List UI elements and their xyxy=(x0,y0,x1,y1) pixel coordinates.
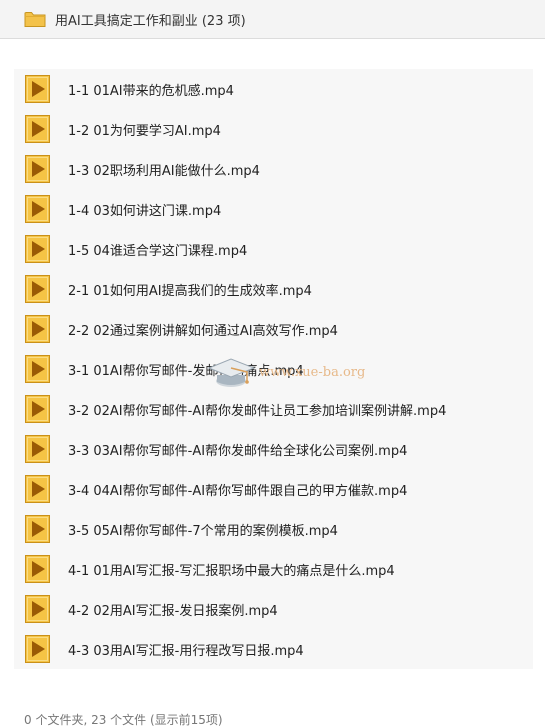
file-row[interactable]: 1-3 02职场利用AI能做什么.mp4 xyxy=(14,149,533,189)
file-list: 1-1 01AI带来的危机感.mp4 1-2 01为何要学习AI.mp4 1-3 0… xyxy=(14,69,533,669)
file-name: 1-4 03如何讲这门课.mp4 xyxy=(68,203,222,219)
file-name: 1-3 02职场利用AI能做什么.mp4 xyxy=(68,163,260,179)
file-name: 1-2 01为何要学习AI.mp4 xyxy=(68,123,221,139)
file-name: 2-2 02通过案例讲解如何通过AI高效写作.mp4 xyxy=(68,323,338,339)
file-name: 4-2 02用AI写汇报-发日报案例.mp4 xyxy=(68,603,278,619)
video-file-icon xyxy=(25,435,50,463)
file-name: 4-3 03用AI写汇报-用行程改写日报.mp4 xyxy=(68,643,304,659)
file-name: 1-5 04谁适合学这门课程.mp4 xyxy=(68,243,248,259)
file-row[interactable]: 1-4 03如何讲这门课.mp4 xyxy=(14,189,533,229)
file-row[interactable]: 4-3 03用AI写汇报-用行程改写日报.mp4 xyxy=(14,629,533,669)
video-file-icon xyxy=(25,555,50,583)
video-file-icon xyxy=(25,355,50,383)
file-row[interactable]: 2-2 02通过案例讲解如何通过AI高效写作.mp4 xyxy=(14,309,533,349)
video-file-icon xyxy=(25,115,50,143)
video-file-icon xyxy=(25,315,50,343)
video-file-icon xyxy=(25,475,50,503)
file-row[interactable]: 3-5 05AI帮你写邮件-7个常用的案例模板.mp4 xyxy=(14,509,533,549)
file-row[interactable]: 4-1 01用AI写汇报-写汇报职场中最大的痛点是什么.mp4 xyxy=(14,549,533,589)
file-name: 3-3 03AI帮你写邮件-AI帮你发邮件给全球化公司案例.mp4 xyxy=(68,443,408,459)
video-file-icon xyxy=(25,275,50,303)
file-row[interactable]: 3-4 04AI帮你写邮件-AI帮你写邮件跟自己的甲方催款.mp4 xyxy=(14,469,533,509)
file-row[interactable]: 3-3 03AI帮你写邮件-AI帮你发邮件给全球化公司案例.mp4 xyxy=(14,429,533,469)
file-name: 4-1 01用AI写汇报-写汇报职场中最大的痛点是什么.mp4 xyxy=(68,563,395,579)
video-file-icon xyxy=(25,155,50,183)
file-row[interactable]: 1-5 04谁适合学这门课程.mp4 xyxy=(14,229,533,269)
file-name: 3-5 05AI帮你写邮件-7个常用的案例模板.mp4 xyxy=(68,523,338,539)
folder-icon xyxy=(24,10,46,28)
file-name: 3-4 04AI帮你写邮件-AI帮你写邮件跟自己的甲方催款.mp4 xyxy=(68,483,408,499)
file-row[interactable]: 3-1 01AI帮你写邮件-发邮件的痛点.mp4 xyxy=(14,349,533,389)
video-file-icon xyxy=(25,635,50,663)
file-name: 2-1 01如何用AI提高我们的生成效率.mp4 xyxy=(68,283,312,299)
file-name: 1-1 01AI带来的危机感.mp4 xyxy=(68,83,234,99)
file-row[interactable]: 4-2 02用AI写汇报-发日报案例.mp4 xyxy=(14,589,533,629)
file-row[interactable]: 3-2 02AI帮你写邮件-AI帮你发邮件让员工参加培训案例讲解.mp4 xyxy=(14,389,533,429)
video-file-icon xyxy=(25,595,50,623)
video-file-icon xyxy=(25,75,50,103)
file-name: 3-1 01AI帮你写邮件-发邮件的痛点.mp4 xyxy=(68,363,304,379)
file-row[interactable]: 2-1 01如何用AI提高我们的生成效率.mp4 xyxy=(14,269,533,309)
video-file-icon xyxy=(25,235,50,263)
video-file-icon xyxy=(25,515,50,543)
file-name: 3-2 02AI帮你写邮件-AI帮你发邮件让员工参加培训案例讲解.mp4 xyxy=(68,403,447,419)
video-file-icon xyxy=(25,195,50,223)
file-row[interactable]: 1-1 01AI带来的危机感.mp4 xyxy=(14,69,533,109)
folder-header: 用AI工具搞定工作和副业 (23 项) xyxy=(0,0,545,39)
folder-title: 用AI工具搞定工作和副业 (23 项) xyxy=(55,13,246,29)
video-file-icon xyxy=(25,395,50,423)
status-bar-summary: 0 个文件夹, 23 个文件 (显示前15项) xyxy=(24,713,223,727)
file-row[interactable]: 1-2 01为何要学习AI.mp4 xyxy=(14,109,533,149)
